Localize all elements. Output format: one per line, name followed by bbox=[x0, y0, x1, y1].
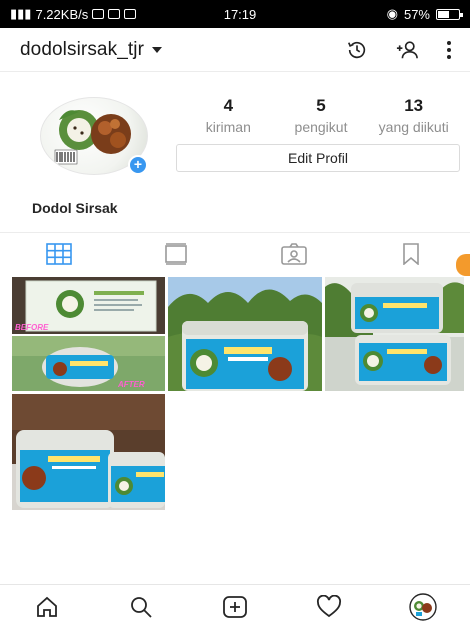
following-count[interactable]: 13 yang diikuti bbox=[367, 96, 460, 135]
tab-grid[interactable] bbox=[0, 233, 118, 274]
home-icon bbox=[37, 596, 57, 617]
followers-count[interactable]: 5 pengikut bbox=[275, 96, 368, 135]
edit-profile-button[interactable]: Edit Profil bbox=[176, 144, 460, 172]
nav-search[interactable] bbox=[94, 595, 188, 619]
profile-tabs bbox=[0, 232, 470, 274]
profile-header: dodolsirsak_tjr bbox=[0, 28, 470, 72]
signal-icon: ▮▮▮ bbox=[10, 6, 32, 21]
whatsapp-notification-icon bbox=[124, 9, 137, 19]
tab-saved[interactable] bbox=[353, 233, 470, 274]
stat-label: kiriman bbox=[205, 119, 251, 135]
status-left: ▮▮▮ 7.22KB/s bbox=[10, 6, 185, 22]
stat-label: yang diikuti bbox=[378, 119, 449, 135]
posts-count[interactable]: 4 kiriman bbox=[182, 96, 275, 135]
nav-profile[interactable] bbox=[376, 593, 470, 621]
grid-icon bbox=[45, 242, 72, 265]
post-thumbnail[interactable] bbox=[168, 277, 322, 391]
profile-icon bbox=[409, 593, 437, 621]
notification-icon bbox=[92, 9, 105, 19]
profile-avatar[interactable]: + bbox=[40, 97, 148, 175]
status-time: 17:19 bbox=[223, 6, 257, 22]
tagged-icon bbox=[280, 242, 307, 265]
activity-icon bbox=[317, 595, 341, 618]
status-bar: ▮▮▮ 7.22KB/s 17:19 ◉ 57% bbox=[0, 0, 470, 28]
stat-number: 5 bbox=[316, 96, 326, 115]
profile-stats: 4 kiriman 5 pengikut 13 yang diikuti bbox=[182, 96, 460, 135]
floating-side-tab[interactable] bbox=[456, 254, 470, 276]
battery-percent: 57% bbox=[403, 6, 430, 22]
tab-tagged[interactable] bbox=[235, 233, 353, 274]
battery-fill bbox=[438, 10, 450, 18]
post-thumbnail[interactable] bbox=[325, 277, 464, 391]
tab-feed[interactable] bbox=[118, 233, 236, 274]
eye-icon: ◉ bbox=[386, 6, 398, 21]
stat-number: 13 bbox=[404, 96, 424, 115]
saved-icon bbox=[403, 242, 420, 265]
network-speed: 7.22KB/s bbox=[35, 6, 89, 22]
stat-number: 4 bbox=[223, 96, 234, 115]
battery-icon bbox=[436, 8, 463, 20]
after-label: AFTER bbox=[117, 380, 145, 389]
nav-new-post[interactable] bbox=[188, 595, 282, 619]
nav-home[interactable] bbox=[0, 595, 94, 619]
new-post-icon bbox=[223, 596, 247, 618]
before-label: BEFORE bbox=[15, 323, 49, 332]
stat-label: pengikut bbox=[294, 119, 348, 135]
nav-activity[interactable] bbox=[282, 595, 376, 619]
more-vertical-icon[interactable] bbox=[446, 40, 452, 60]
post-thumbnail[interactable] bbox=[12, 394, 165, 510]
add-person-icon[interactable] bbox=[394, 39, 420, 61]
search-icon bbox=[131, 597, 152, 618]
post-thumbnail[interactable]: BEFORE AFTER bbox=[12, 277, 165, 391]
username[interactable]: dodolsirsak_tjr bbox=[20, 39, 144, 61]
feed-icon bbox=[165, 242, 188, 265]
add-story-icon[interactable]: + bbox=[128, 155, 148, 175]
instagram-notification-icon bbox=[108, 9, 121, 19]
status-right: ◉ 57% bbox=[386, 6, 463, 22]
bottom-navigation bbox=[0, 584, 470, 629]
history-icon[interactable] bbox=[346, 39, 368, 61]
account-switch-chevron-icon[interactable] bbox=[152, 46, 162, 53]
display-name: Dodol Sirsak bbox=[32, 200, 118, 216]
